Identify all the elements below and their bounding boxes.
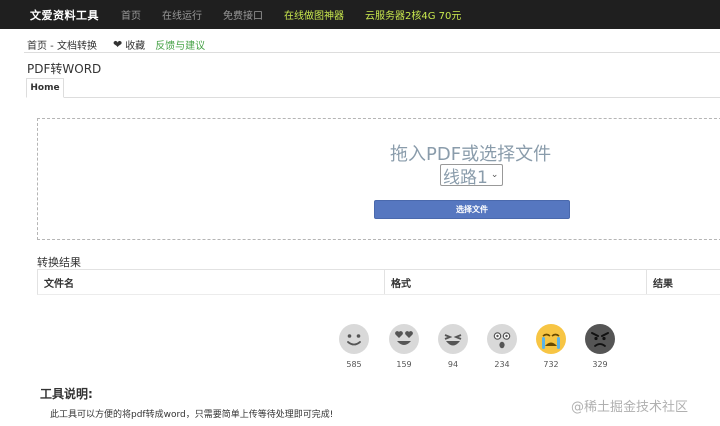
reaction-count: 234 (494, 360, 510, 369)
smile-icon (339, 324, 369, 354)
brand-logo[interactable]: 文爱资料工具 (30, 7, 99, 23)
nav-link-home[interactable]: 首页 (121, 7, 141, 22)
choose-file-button[interactable]: 选择文件 (374, 200, 570, 219)
reaction-heart-eyes[interactable]: 159 (386, 324, 422, 369)
reaction-count: 585 (346, 360, 362, 369)
column-header-format: 格式 (384, 270, 646, 294)
crying-icon (536, 324, 566, 354)
nav-link-online-run[interactable]: 在线运行 (162, 7, 202, 22)
feedback-link[interactable]: 反馈与建议 (155, 37, 205, 52)
angry-icon (585, 324, 615, 354)
tools-description: 此工具可以方便的将pdf转成word，只需要简单上传等待处理即可完成! (50, 410, 334, 420)
reaction-count: 329 (592, 360, 608, 369)
nav-link-free-api[interactable]: 免费接口 (223, 7, 263, 22)
reaction-smile[interactable]: 585 (336, 324, 372, 369)
page-title: PDF转WORD (27, 62, 102, 76)
reaction-surprised[interactable]: 234 (484, 324, 520, 369)
chevron-down-icon: ⌄ (490, 170, 499, 180)
reaction-count: 732 (543, 360, 559, 369)
route-select-value: 线路1 (443, 167, 488, 188)
reaction-laugh[interactable]: 94 (435, 324, 471, 369)
reaction-count: 94 (447, 360, 459, 369)
reaction-crying[interactable]: 732 (533, 324, 569, 369)
laugh-icon (438, 324, 468, 354)
surprised-icon (487, 324, 517, 354)
favorite-link[interactable]: 收藏 (125, 37, 145, 52)
route-select[interactable]: 线路1 ⌄ (440, 164, 503, 188)
nav-link-cloud-server[interactable]: 云服务器2核4G 70元 (365, 7, 461, 22)
file-drop-zone[interactable] (37, 118, 720, 240)
top-navbar: 文爱资料工具 首页 在线运行 免费接口 在线做图神器 云服务器2核4G 70元 (0, 0, 720, 29)
breadcrumb-path[interactable]: 首页 - 文档转换 (27, 37, 97, 52)
heart-icon[interactable]: ❤ (113, 38, 122, 51)
results-table: 文件名 格式 结果 (37, 269, 720, 295)
tools-heading: 工具说明: (40, 387, 93, 401)
reaction-count: 159 (396, 360, 412, 369)
nav-link-chart-tool[interactable]: 在线做图神器 (284, 7, 344, 22)
divider (24, 52, 720, 53)
column-header-result: 结果 (646, 270, 720, 294)
tab-bar: Home (26, 78, 720, 98)
reaction-angry[interactable]: 329 (582, 324, 618, 369)
column-header-filename: 文件名 (44, 278, 74, 290)
watermark: @稀土掘金技术社区 (571, 400, 689, 415)
results-title: 转换结果 (37, 256, 81, 269)
breadcrumb: 首页 - 文档转换 ❤ 收藏 反馈与建议 (27, 37, 205, 52)
tab-home[interactable]: Home (26, 78, 64, 98)
heart-eyes-icon (389, 324, 419, 354)
